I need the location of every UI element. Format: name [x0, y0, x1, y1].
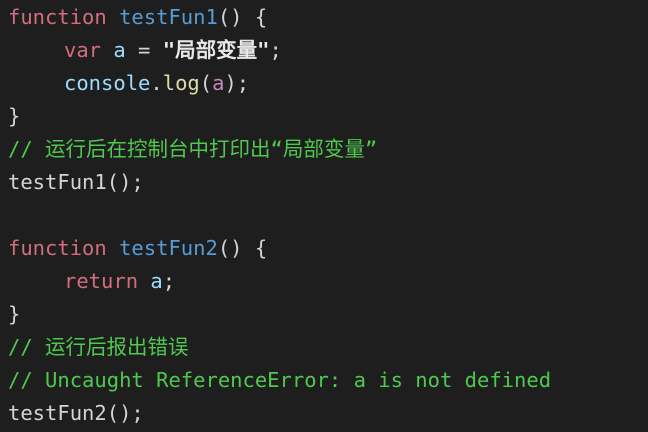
- punctuation: .: [150, 71, 163, 95]
- identifier: a: [113, 38, 126, 62]
- code-line-6: testFun1();: [0, 166, 648, 199]
- closing-brace: }: [8, 104, 21, 128]
- comment: // 运行后报出错误: [8, 335, 189, 359]
- punctuation: () {: [217, 236, 268, 260]
- identifier: a: [150, 269, 163, 293]
- code-line-13: testFun2();: [0, 397, 648, 430]
- comment: // Uncaught ReferenceError: a is not def…: [8, 368, 552, 392]
- punctuation: ;: [269, 38, 282, 62]
- method-name: log: [162, 71, 200, 95]
- code-line-12: // Uncaught ReferenceError: a is not def…: [0, 364, 648, 397]
- code-line-3: console.log(a);: [0, 67, 648, 100]
- argument: a: [212, 71, 225, 95]
- function-call: testFun2();: [8, 401, 144, 425]
- string-literal: "局部变量": [162, 38, 270, 62]
- punctuation: (: [199, 71, 213, 95]
- comment: // 运行后在控制台中打印出“局部变量”: [8, 137, 378, 161]
- function-name: testFun2: [119, 236, 218, 260]
- code-line-11: // 运行后报出错误: [0, 331, 648, 364]
- punctuation: );: [224, 71, 250, 95]
- code-line-8: function testFun2() {: [0, 232, 648, 265]
- punctuation: ;: [162, 269, 176, 293]
- operator: =: [125, 38, 163, 62]
- console-object: console: [64, 71, 151, 95]
- code-line-5: // 运行后在控制台中打印出“局部变量”: [0, 133, 648, 166]
- code-editor[interactable]: function testFun1() { var a = "局部变量"; co…: [0, 0, 648, 432]
- closing-brace: }: [8, 302, 21, 326]
- code-line-1: function testFun1() {: [0, 1, 648, 34]
- keyword-function: function: [8, 5, 107, 29]
- keyword-return: return: [64, 269, 139, 293]
- code-line-2: var a = "局部变量";: [0, 34, 648, 67]
- function-name: testFun1: [119, 5, 218, 29]
- code-line-4: }: [0, 100, 648, 133]
- keyword-var: var: [64, 38, 102, 62]
- code-line-10: }: [0, 298, 648, 331]
- punctuation: () {: [217, 5, 268, 29]
- function-call: testFun1();: [8, 170, 144, 194]
- keyword-function: function: [8, 236, 107, 260]
- code-line-9: return a;: [0, 265, 648, 298]
